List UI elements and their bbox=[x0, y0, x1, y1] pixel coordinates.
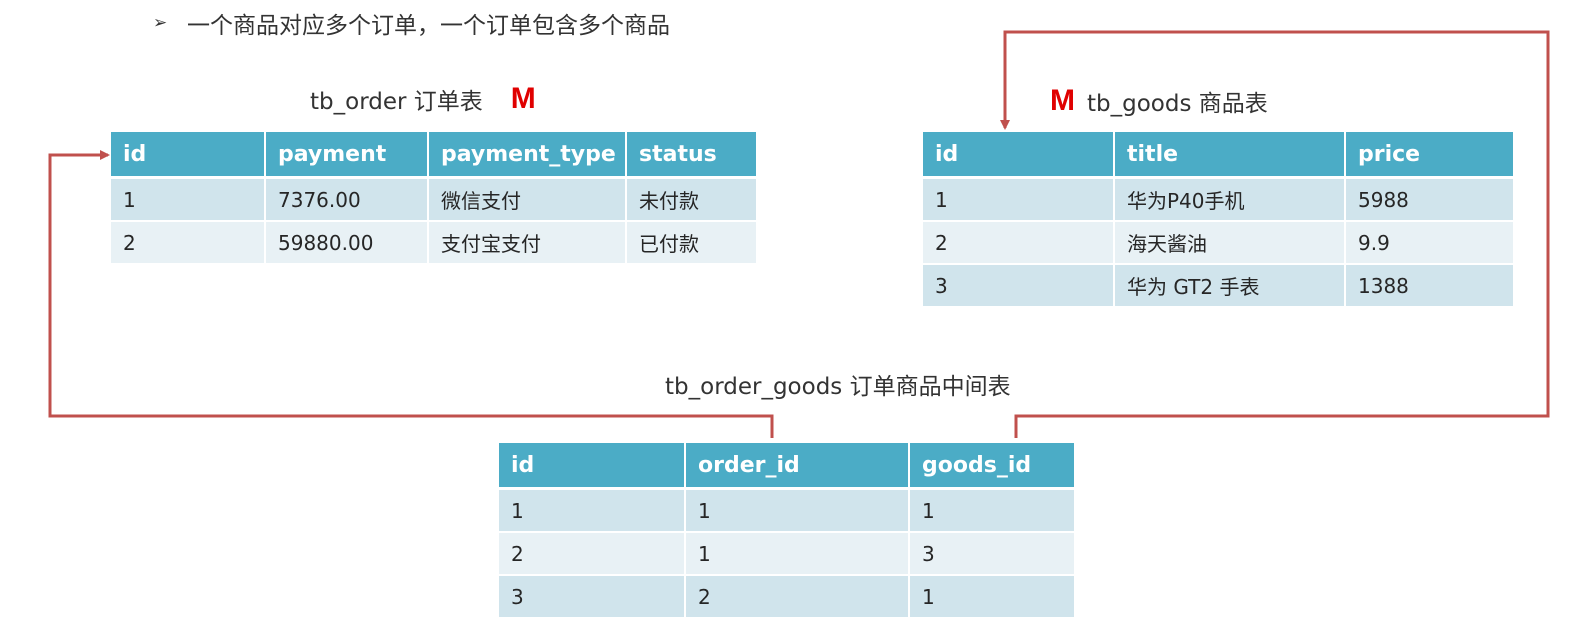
order-id-link-arrow bbox=[48, 150, 774, 438]
relationship-links bbox=[48, 30, 1550, 438]
goods-id-link-arrow bbox=[1000, 30, 1550, 438]
